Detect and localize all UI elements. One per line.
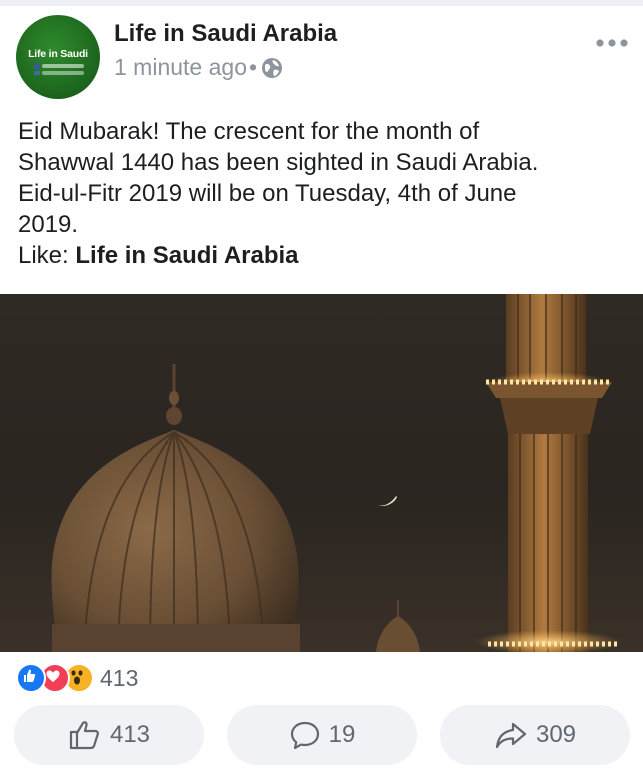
- like-reaction-icon: [16, 663, 46, 693]
- mosque-night-image: [0, 294, 643, 652]
- post-timestamp[interactable]: 1 minute ago: [114, 54, 247, 81]
- avatar-url-line: [42, 71, 84, 75]
- post-meta: 1 minute ago •: [114, 54, 283, 81]
- post-actions: 413 19 309: [14, 705, 630, 765]
- web-icon: [34, 71, 40, 75]
- reaction-count: 413: [100, 664, 139, 691]
- comment-icon: [290, 721, 319, 750]
- like-button[interactable]: 413: [14, 705, 204, 765]
- facebook-post: Life in Saudi Life in Saudi Arabia 1 min…: [0, 0, 643, 770]
- globe-icon: [261, 57, 283, 79]
- reaction-icons: [16, 663, 94, 693]
- page-name-link[interactable]: Life in Saudi Arabia: [114, 20, 337, 48]
- like-line: Like: Life in Saudi Arabia: [18, 240, 628, 271]
- post-text-line: Shawwal 1440 has been sighted in Saudi A…: [18, 149, 539, 176]
- post-header: Life in Saudi Life in Saudi Arabia 1 min…: [0, 6, 643, 106]
- post-text-line: Eid Mubarak! The crescent for the month …: [18, 118, 480, 145]
- post-photo[interactable]: [0, 294, 643, 652]
- share-button[interactable]: 309: [440, 705, 630, 765]
- facebook-logo-icon: [34, 63, 40, 69]
- more-options-icon[interactable]: [595, 36, 629, 48]
- avatar-url-line: [42, 64, 84, 68]
- comment-count: 19: [328, 721, 356, 748]
- thumbs-up-icon: [69, 721, 99, 750]
- post-message: Eid Mubarak! The crescent for the month …: [18, 116, 628, 271]
- like-count: 413: [109, 721, 151, 748]
- reaction-summary[interactable]: 413: [16, 662, 138, 694]
- page-avatar[interactable]: Life in Saudi: [16, 15, 100, 99]
- share-count: 309: [535, 721, 577, 748]
- comment-button[interactable]: 19: [227, 705, 417, 765]
- meta-separator: •: [248, 54, 258, 80]
- like-page-link[interactable]: Life in Saudi Arabia: [75, 242, 298, 269]
- like-prefix: Like:: [18, 242, 76, 269]
- post-text-line: Eid-ul-Fitr 2019 will be on Tuesday, 4th…: [18, 180, 517, 207]
- avatar-text: Life in Saudi: [28, 48, 88, 60]
- post-text-line: 2019.: [18, 211, 79, 238]
- share-arrow-icon: [495, 722, 527, 749]
